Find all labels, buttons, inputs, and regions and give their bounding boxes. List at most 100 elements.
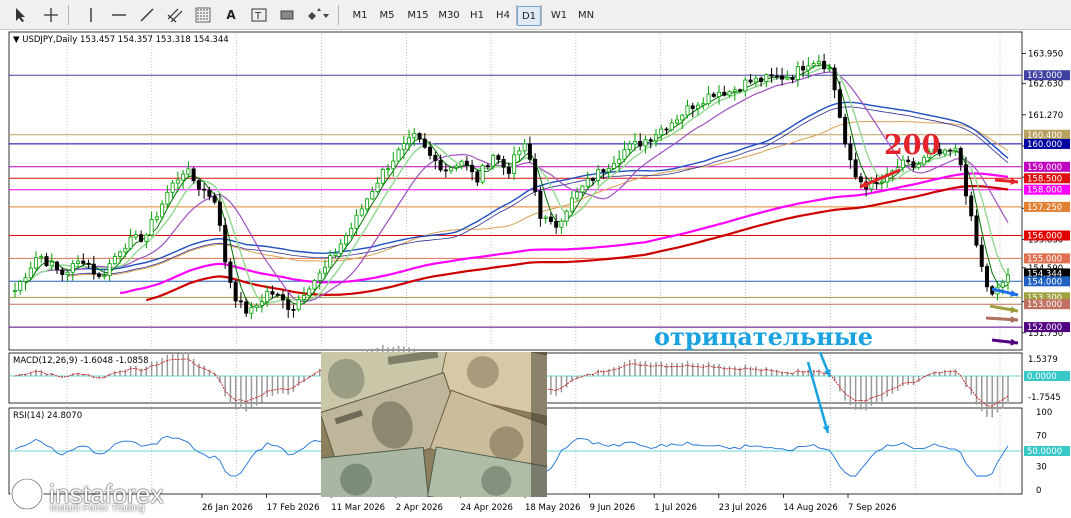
candle-body (795, 66, 800, 80)
rsi-header: RSI(14) 24.8070 (13, 411, 82, 421)
candle-body (727, 91, 732, 96)
candle-body (711, 93, 716, 97)
candle-body (837, 89, 842, 118)
candle-body (485, 165, 490, 167)
candle-body (984, 266, 989, 288)
x-axis-label: 11 Mar 2026 (331, 503, 385, 513)
channel-icon[interactable] (164, 4, 186, 25)
candle-body (554, 221, 559, 228)
candle-body (606, 168, 611, 173)
candle-body (359, 208, 364, 216)
candle-body (780, 75, 785, 80)
timeframe-d1-button[interactable]: D1 (517, 6, 541, 26)
brand-tagline: Instant Forex Trading (50, 503, 145, 514)
price-tick-label: 163.950 (1028, 49, 1063, 59)
candle-body (438, 160, 443, 171)
candle-body (501, 159, 506, 168)
candle-body (816, 60, 821, 64)
candle-body (139, 234, 144, 242)
x-axis-label: 9 Jun 2026 (590, 503, 636, 513)
timeframe-m5-button[interactable]: M5 (375, 6, 399, 24)
candle-body (979, 244, 984, 267)
candle-body (769, 74, 774, 77)
timeframe-m1-button[interactable]: M1 (349, 6, 371, 24)
candle-body (296, 299, 301, 311)
candle-body (464, 160, 469, 166)
text-label-icon[interactable]: T (248, 4, 270, 25)
x-axis-label: 7 Sep 2026 (848, 503, 896, 513)
timeframe-h1-button[interactable]: H1 (466, 6, 488, 24)
cursor-icon[interactable] (10, 4, 32, 25)
text-icon[interactable]: A (220, 4, 242, 25)
candle-body (717, 91, 722, 97)
candle-body (785, 77, 790, 80)
candle-body (491, 155, 496, 167)
level-label-155.000: 155.000 (1027, 254, 1062, 264)
candle-body (585, 178, 590, 187)
candle-body (564, 210, 569, 222)
candle-body (365, 198, 370, 210)
candle-body (753, 77, 758, 83)
timeframe-m30-button[interactable]: M30 (436, 6, 462, 24)
toolbar: A T M1 M5 M15 M30 H1 H4 D1 W1 MN (0, 0, 1071, 30)
rsi-tick-label: 70 (1036, 431, 1047, 441)
level-153000-arrow-head (1010, 316, 1018, 324)
rsi-tick-label: 50.0000 (1027, 447, 1062, 457)
candle-body (1000, 281, 1005, 288)
candle-body (181, 173, 186, 181)
candle-body (60, 269, 65, 275)
candle-body (664, 128, 669, 131)
x-axis-label: 24 Apr 2026 (460, 503, 513, 513)
timeframe-w1-button[interactable]: W1 (547, 6, 571, 24)
instaforex-logo: instaforex Instant Forex Trading (8, 476, 164, 514)
candle-body (874, 182, 879, 184)
candle-body (307, 288, 312, 296)
timeframe-m15-button[interactable]: M15 (405, 6, 431, 24)
candle-body (354, 214, 359, 229)
candle-body (449, 167, 454, 172)
horizontal-line-icon[interactable] (108, 4, 130, 25)
toolbar-separator (516, 5, 517, 25)
candle-body (81, 260, 86, 264)
vertical-line-icon[interactable] (80, 4, 102, 25)
candle-body (690, 105, 695, 109)
candle-body (23, 277, 28, 282)
candle-body (70, 263, 75, 273)
candle-body (286, 299, 291, 310)
candle-body (212, 195, 217, 203)
candle-body (65, 271, 70, 275)
candle-body (958, 147, 963, 166)
candle-body (28, 267, 33, 279)
shapes-dropdown-icon[interactable] (306, 4, 330, 25)
rsi-tick-label: 100 (1036, 408, 1052, 418)
level-label-157.250: 157.250 (1027, 203, 1062, 213)
instaforex-logo-icon (10, 477, 44, 511)
candle-body (202, 188, 207, 191)
timeframe-mn-button[interactable]: MN (575, 6, 597, 24)
fibonacci-icon[interactable] (192, 4, 214, 25)
candle-body (154, 216, 159, 220)
rectangle-icon[interactable] (276, 4, 298, 25)
macd-header: MACD(12,26,9) -1.6048 -1.0858 (13, 356, 149, 366)
candle-body (969, 195, 974, 217)
candle-body (696, 104, 701, 109)
candle-body (701, 103, 706, 106)
trendline-icon[interactable] (136, 4, 158, 25)
candle-body (417, 133, 422, 140)
candle-body (91, 263, 96, 275)
candle-body (112, 256, 117, 265)
candle-body (900, 159, 905, 169)
candle-body (627, 143, 632, 151)
level-label-154.000: 154.000 (1027, 277, 1062, 287)
banknotes-photo (321, 352, 547, 497)
candle-body (186, 168, 191, 175)
timeframe-h4-button[interactable]: H4 (492, 6, 514, 24)
candle-body (811, 63, 816, 67)
candle-body (506, 166, 511, 174)
candle-body (34, 257, 39, 269)
candle-body (643, 139, 648, 147)
crosshair-icon[interactable] (40, 4, 62, 25)
candle-body (806, 65, 811, 71)
candle-body (470, 164, 475, 173)
candle-body (512, 154, 517, 174)
